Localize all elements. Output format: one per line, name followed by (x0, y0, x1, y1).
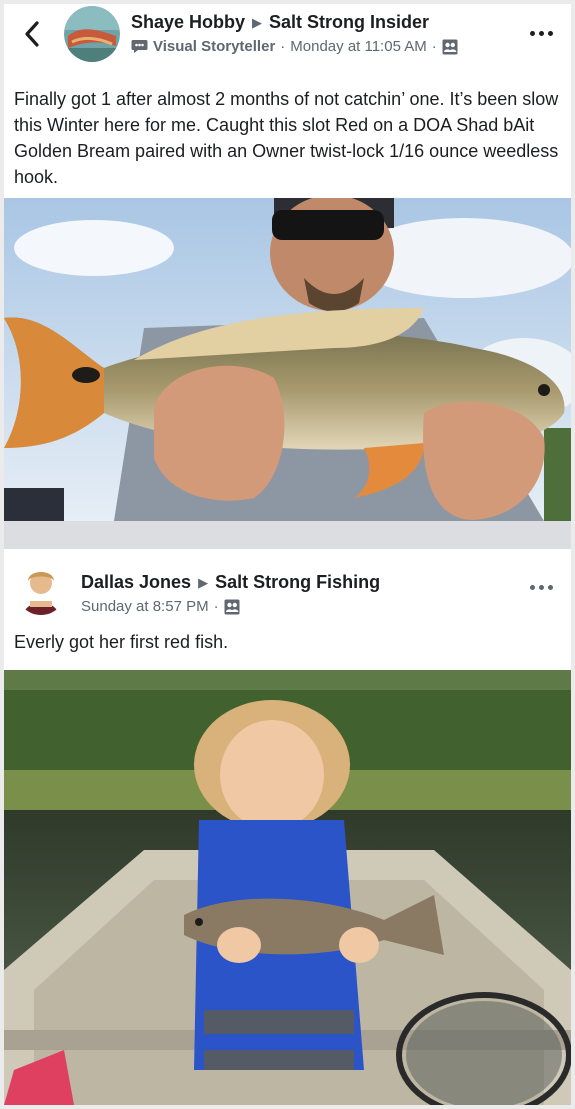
badge-label: Visual Storyteller (153, 38, 276, 55)
chat-bubble-icon (131, 40, 148, 53)
post-timestamp[interactable]: Monday at 11:05 AM (290, 38, 426, 55)
post-card: Dallas Jones ▶ Salt Strong Fishing Sunda… (4, 549, 571, 1105)
group-name[interactable]: Salt Strong Insider (269, 12, 429, 33)
fish-photo-image (4, 198, 571, 521)
group-audience-icon (224, 599, 240, 614)
avatar[interactable] (64, 6, 120, 62)
post-text: Finally got 1 after almost 2 months of n… (14, 89, 559, 187)
more-options-button[interactable] (530, 31, 553, 36)
more-dots-icon (530, 585, 535, 590)
avatar[interactable] (16, 565, 66, 615)
post-text: Everly got her first red fish. (14, 632, 229, 652)
group-name[interactable]: Salt Strong Fishing (215, 572, 380, 593)
separator: · (280, 38, 286, 55)
separator: · (431, 38, 437, 55)
right-triangle-icon: ▶ (198, 574, 209, 590)
author-name[interactable]: Shaye Hobby (131, 12, 245, 33)
more-options-button[interactable] (530, 585, 553, 590)
back-button[interactable] (18, 18, 46, 50)
group-audience-icon (442, 39, 458, 54)
post-timestamp[interactable]: Sunday at 8:57 PM (81, 598, 209, 615)
post-photo[interactable] (4, 670, 571, 1105)
separator: · (213, 598, 219, 615)
right-triangle-icon: ▶ (252, 14, 263, 30)
more-dots-icon (530, 31, 535, 36)
post-card: Shaye Hobby ▶ Salt Strong Insider Visual… (4, 0, 571, 521)
post-photo[interactable] (4, 198, 571, 521)
chevron-left-icon (25, 21, 39, 47)
girl-fish-photo-image (4, 670, 571, 1105)
author-name[interactable]: Dallas Jones (81, 572, 191, 593)
